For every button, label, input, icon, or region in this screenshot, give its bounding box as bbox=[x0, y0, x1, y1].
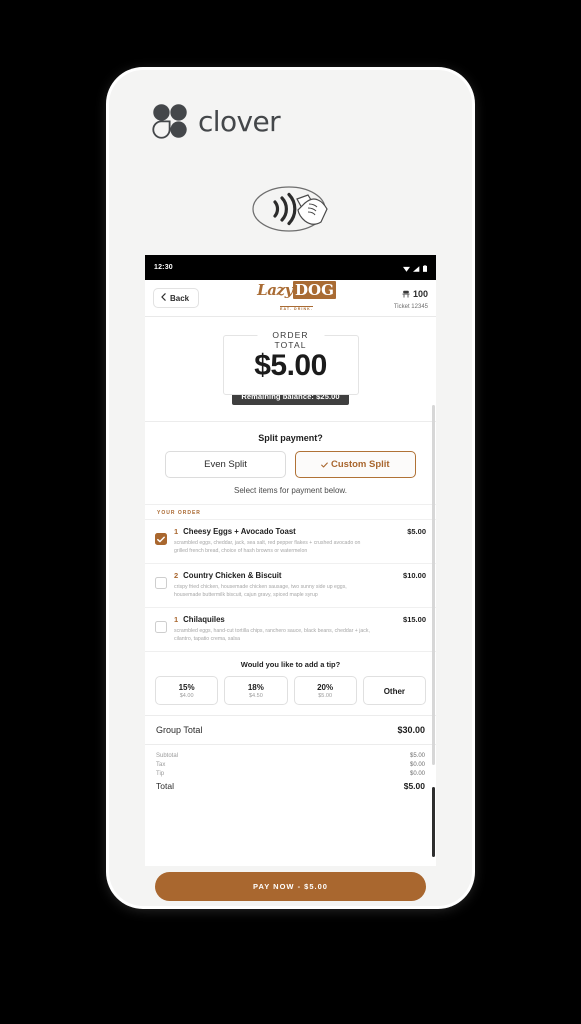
order-item-name: Cheesy Eggs + Avocado Toast bbox=[183, 527, 296, 536]
back-button[interactable]: Back bbox=[153, 288, 200, 308]
scrollbar-thumb[interactable] bbox=[432, 787, 435, 857]
order-item-qty: 1 bbox=[174, 615, 179, 625]
order-item-qty: 1 bbox=[174, 527, 179, 536]
status-clock: 12:30 bbox=[154, 264, 173, 271]
merchant-logo-badge: DOG bbox=[293, 280, 336, 299]
tip-other-label: Other bbox=[383, 686, 406, 696]
order-item-qty: 2 bbox=[174, 571, 179, 581]
order-item-checkbox[interactable] bbox=[155, 621, 167, 634]
clover-wordmark: clover bbox=[198, 104, 281, 138]
wifi-icon bbox=[403, 259, 410, 277]
tip-option-15[interactable]: 15% $4.00 bbox=[155, 676, 219, 706]
order-item-checkbox[interactable] bbox=[155, 533, 167, 545]
totals-breakdown: Subtotal $5.00 Tax $0.00 Tip $0.00 Total… bbox=[145, 744, 436, 801]
even-split-button[interactable]: Even Split bbox=[165, 451, 286, 478]
guest-info: 100 Ticket 12345 bbox=[394, 284, 428, 312]
pay-bar: PAY NOW - $5.00 bbox=[145, 866, 436, 901]
order-item-row[interactable]: 2 Country Chicken & Biscuit $10.00 crisp… bbox=[145, 563, 436, 607]
order-item-price: $15.00 bbox=[403, 615, 426, 625]
tip-amount: $5.00 bbox=[318, 693, 332, 700]
merchant-logo-sub: EAT. DRINK. bbox=[279, 305, 313, 311]
breakdown-value: $0.00 bbox=[409, 770, 425, 777]
breakdown-label: Tip bbox=[156, 770, 165, 777]
guest-count: 100 bbox=[412, 288, 428, 299]
breakdown-row-total: Total $5.00 bbox=[156, 778, 425, 793]
order-total-label: ORDER TOTAL bbox=[257, 330, 324, 350]
screen-scroll-body: ORDER TOTAL $5.00 Remaining balance: $25… bbox=[145, 317, 436, 866]
your-order-label: YOUR ORDER bbox=[145, 504, 436, 519]
breakdown-label: Tax bbox=[156, 761, 166, 768]
breakdown-label: Subtotal bbox=[156, 752, 179, 759]
group-total-label: Group Total bbox=[156, 725, 203, 736]
order-total-block: ORDER TOTAL $5.00 Remaining balance: $25… bbox=[145, 317, 436, 421]
table-chair-icon bbox=[402, 284, 410, 304]
order-item-price: $5.00 bbox=[407, 527, 426, 536]
back-button-label: Back bbox=[170, 293, 190, 303]
order-item-desc: scrambled eggs, cheddar, jack, sea salt,… bbox=[174, 540, 361, 555]
app-header: Back Lazy DOG EAT. DRINK. 100 Ticket 1234… bbox=[145, 280, 436, 317]
merchant-logo-main: Lazy bbox=[257, 280, 293, 299]
breakdown-row-subtotal: Subtotal $5.00 bbox=[156, 751, 425, 760]
tip-option-20[interactable]: 20% $5.00 bbox=[293, 676, 357, 706]
group-total-row: Group Total $30.00 bbox=[145, 715, 436, 744]
tip-amount: $4.50 bbox=[248, 693, 263, 700]
custom-split-label: Custom Split bbox=[331, 459, 390, 470]
order-item-name: Country Chicken & Biscuit bbox=[183, 571, 282, 581]
breakdown-row-tip: Tip $0.00 bbox=[156, 769, 425, 778]
order-item-price: $10.00 bbox=[403, 571, 426, 581]
order-item-desc: scrambled eggs, hand-cut tortilla chips,… bbox=[174, 628, 370, 643]
clover-brand: clover bbox=[151, 102, 281, 140]
breakdown-row-tax: Tax $0.00 bbox=[156, 760, 425, 769]
signal-icon bbox=[413, 259, 420, 277]
order-total-amount: $5.00 bbox=[254, 349, 327, 382]
chevron-left-icon bbox=[161, 293, 166, 303]
order-total-card: ORDER TOTAL $5.00 bbox=[222, 330, 359, 395]
breakdown-value: $0.00 bbox=[409, 761, 425, 768]
check-icon bbox=[321, 459, 331, 470]
order-item-row[interactable]: 1 Chilaquiles $15.00 scrambled eggs, han… bbox=[145, 607, 436, 651]
breakdown-total-label: Total bbox=[156, 781, 174, 792]
scrollbar-track[interactable] bbox=[432, 405, 435, 765]
custom-split-button[interactable]: Custom Split bbox=[295, 451, 416, 478]
split-help-text: Select items for payment below. bbox=[234, 486, 347, 495]
group-total-value: $30.00 bbox=[397, 725, 425, 736]
breakdown-value: $5.00 bbox=[409, 752, 425, 759]
battery-icon bbox=[423, 259, 427, 277]
clover-leaf-icon bbox=[151, 102, 189, 140]
order-item-row[interactable]: 1 Cheesy Eggs + Avocado Toast $5.00 scra… bbox=[145, 519, 436, 563]
order-item-name: Chilaquiles bbox=[183, 615, 225, 625]
tip-section: Would you like to add a tip? 15% $4.00 1… bbox=[145, 651, 436, 715]
split-question: Split payment? bbox=[258, 433, 323, 443]
tip-percent: 18% bbox=[247, 683, 264, 693]
order-item-desc: crispy fried chicken, housemade chicken … bbox=[174, 584, 347, 599]
split-payment-section: Split payment? Even Split Custom Split S… bbox=[145, 421, 436, 504]
app-screen: 12:30 Back Lazy DOG EAT. DRINK. 100 Tick… bbox=[145, 255, 436, 866]
tip-amount: $4.00 bbox=[179, 693, 194, 700]
tip-option-other[interactable]: Other bbox=[362, 676, 426, 706]
tip-percent: 20% bbox=[317, 683, 334, 693]
clover-device-frame: clover 12:30 Back Lazy DOG EAT. DRINK. 1… bbox=[109, 70, 472, 906]
tip-question: Would you like to add a tip? bbox=[240, 660, 341, 670]
android-status-bar: 12:30 bbox=[145, 255, 436, 280]
contactless-payment-icon bbox=[109, 178, 472, 240]
merchant-logo: Lazy DOG EAT. DRINK. bbox=[257, 280, 336, 314]
pay-now-button[interactable]: PAY NOW - $5.00 bbox=[155, 872, 426, 901]
breakdown-total-value: $5.00 bbox=[403, 781, 425, 792]
tip-option-18[interactable]: 18% $4.50 bbox=[224, 676, 288, 706]
ticket-number: Ticket 12345 bbox=[393, 304, 428, 311]
order-item-checkbox[interactable] bbox=[155, 577, 167, 590]
tip-percent: 15% bbox=[178, 683, 195, 693]
